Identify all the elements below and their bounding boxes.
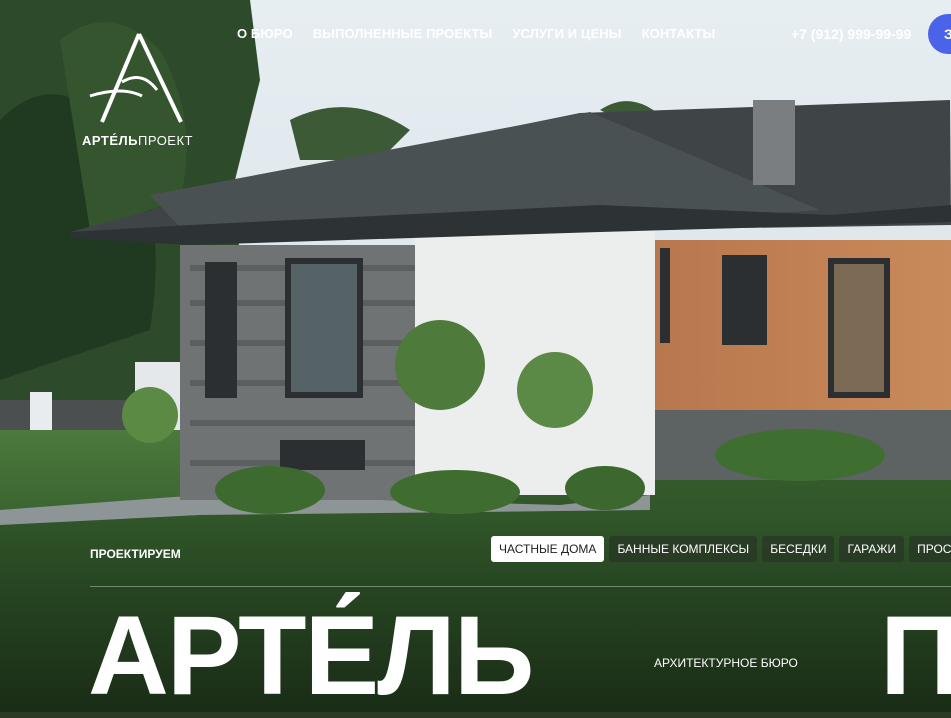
category-chip-private-houses[interactable]: ЧАСТНЫЕ ДОМА — [491, 536, 605, 562]
nav-link-services[interactable]: УСЛУГИ И ЦЕНЫ — [512, 26, 621, 41]
category-chip-bath-complexes[interactable]: БАННЫЕ КОМПЛЕКСЫ — [609, 536, 758, 562]
logo-mark-icon[interactable] — [82, 30, 197, 150]
category-chips: ЧАСТНЫЕ ДОМА БАННЫЕ КОМПЛЕКСЫ БЕСЕДКИ ГА… — [491, 536, 951, 562]
section-label: ПРОЕКТИРУЕМ — [90, 547, 181, 561]
category-chip-garages[interactable]: ГАРАЖИ — [839, 536, 905, 562]
main-nav: О БЮРО ВЫПОЛНЕННЫЕ ПРОЕКТЫ УСЛУГИ И ЦЕНЫ… — [237, 26, 715, 41]
category-chip-gazebos[interactable]: БЕСЕДКИ — [762, 536, 835, 562]
phone-number-link[interactable]: +7 (912) 999-99-99 — [791, 26, 911, 42]
hero-subtitle: АРХИТЕКТУРНОЕ БЮРО — [654, 656, 798, 670]
nav-link-contacts[interactable]: КОНТАКТЫ — [642, 26, 716, 41]
category-chip-spaces[interactable]: ПРОСТР — [909, 536, 951, 562]
logo-wordmark-bold: АРТЕ́ЛЬ — [82, 133, 138, 148]
nav-link-about[interactable]: О БЮРО — [237, 26, 293, 41]
divider-line — [90, 586, 951, 587]
logo-wordmark-light: ПРОЕКТ — [137, 133, 193, 148]
hero-title: АРТЕ́ЛЬ — [88, 593, 534, 718]
nav-link-projects[interactable]: ВЫПОЛНЕННЫЕ ПРОЕКТЫ — [313, 26, 493, 41]
hero-title-second-word: П — [880, 593, 951, 718]
logo-wordmark[interactable]: АРТЕ́ЛЬПРОЕКТ — [82, 133, 193, 148]
